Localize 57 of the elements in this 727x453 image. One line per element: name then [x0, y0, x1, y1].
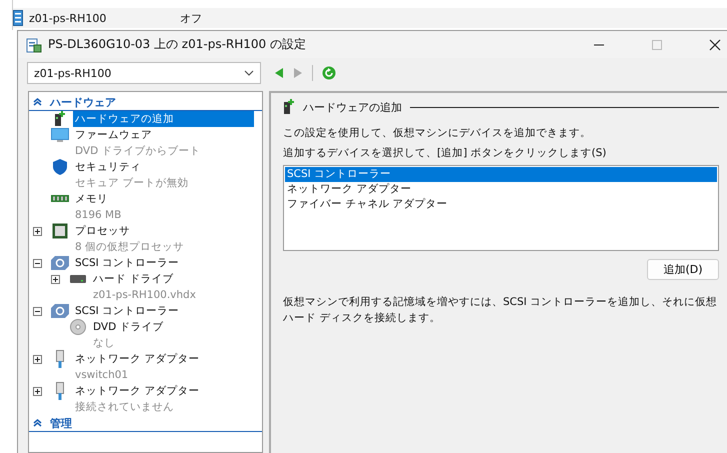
chevron-icon [33, 98, 42, 106]
tree-item[interactable]: セキュリティ [73, 159, 143, 175]
controller-icon [51, 304, 69, 318]
tree-item-detail: セキュア ブートが無効 [74, 176, 188, 191]
prompt-text: 追加するデバイスを選択して、[追加] ボタンをクリックします(S) [283, 146, 608, 161]
refresh-icon[interactable] [322, 66, 336, 80]
tree-item-detail: 8 個の仮想プロセッサ [74, 240, 184, 255]
device-item[interactable]: SCSI コントローラー [285, 167, 717, 182]
tree-item-detail: なし [92, 336, 115, 351]
tree-item[interactable]: ネットワーク アダプター [73, 351, 202, 367]
back-icon[interactable] [274, 67, 284, 79]
vm-name[interactable]: z01-ps-RH100 [29, 12, 174, 24]
chevron-icon [33, 419, 42, 427]
expander-icon[interactable] [33, 226, 42, 236]
tree-item[interactable]: プロセッサ [73, 223, 132, 239]
tree-item-detail: 8196 MB [74, 208, 122, 223]
expander-icon[interactable] [33, 386, 42, 396]
caret-icon [244, 70, 254, 76]
controller-icon [51, 256, 69, 270]
tree-item[interactable]: SCSI コントローラー [73, 303, 182, 319]
tree-item[interactable]: ハードウェアの追加 [73, 111, 254, 127]
vm-state: オフ [180, 10, 202, 26]
tree-item[interactable]: ファームウェア [73, 127, 154, 143]
tree-item-detail: z01-ps-RH100.vhdx [92, 288, 196, 303]
tree-item[interactable]: ハード ドライブ [91, 271, 176, 287]
section-header[interactable]: 管理 [29, 415, 262, 432]
network-cable-icon [56, 382, 64, 400]
hardware-add-icon [54, 111, 66, 127]
device-item[interactable]: ネットワーク アダプター [285, 182, 717, 197]
memory-icon [51, 194, 69, 204]
tree-item[interactable]: SCSI コントローラー [73, 255, 182, 271]
monitor-icon [51, 128, 69, 142]
expander-icon[interactable] [33, 306, 42, 316]
tree-item-detail: vswitch01 [74, 368, 128, 383]
window-title: PS-DL360G10-03 上の z01-ps-RH100 の設定 [48, 36, 307, 53]
chip-icon [52, 223, 68, 239]
tree-item[interactable]: DVD ドライブ [91, 319, 166, 335]
settings-icon [26, 36, 42, 52]
tree-item-detail: 接続されていません [74, 400, 174, 415]
hard-drive-icon [70, 275, 86, 283]
close-icon[interactable] [709, 38, 721, 50]
add-button[interactable]: 追加(D) [647, 259, 719, 280]
disc-icon [70, 319, 86, 335]
tree-item-detail: DVD ドライブからブート [74, 144, 201, 159]
device-item[interactable]: ファイバー チャネル アダプター [285, 197, 717, 212]
note-text: 仮想マシンで利用する記憶域を増やすには、SCSI コントローラーを追加し、それに仮想ハード ディスクを接続します。 [283, 295, 718, 326]
network-cable-icon [56, 350, 64, 368]
vm-select[interactable]: z01-ps-RH100 [27, 62, 261, 84]
description-text: この設定を使用して、仮想マシンにデバイスを追加できます。 [283, 126, 592, 141]
shield-icon [53, 159, 67, 175]
tree-item[interactable]: ネットワーク アダプター [73, 383, 202, 399]
expander-icon[interactable] [33, 354, 42, 364]
hardware-add-icon [283, 99, 295, 115]
panel-title: ハードウェアの追加 [303, 100, 402, 114]
expander-icon[interactable] [51, 274, 60, 284]
tree-item[interactable]: メモリ [73, 191, 110, 207]
expander-icon[interactable] [33, 258, 42, 268]
